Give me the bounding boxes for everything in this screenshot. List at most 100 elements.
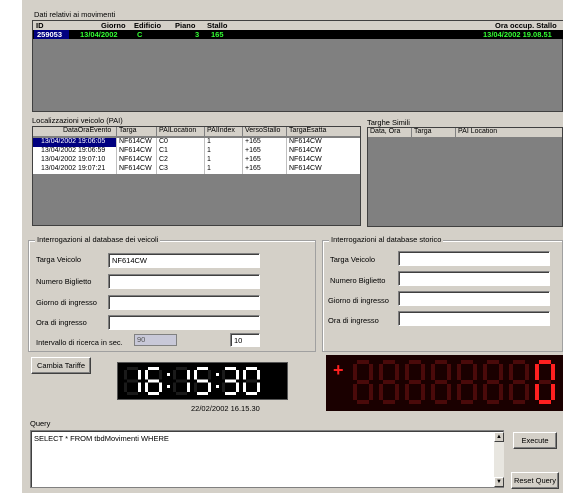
localization-cell: NF614CW: [287, 165, 360, 174]
counter-digit-segment: [431, 384, 435, 400]
localization-row[interactable]: 13/04/2002 19:07:21 NF614CW C3 1 +165 NF614CW: [33, 165, 360, 174]
counter-digit-segment: [431, 364, 435, 380]
clock-digit-segment: [197, 367, 208, 370]
clock-digit-segment: [187, 370, 190, 380]
counter-digit-segment: [395, 364, 399, 380]
vehicle-biglietto-label: Numero Biglietto: [36, 277, 92, 286]
query-textarea[interactable]: SELECT * FROM tbdMovimenti WHERE ▲ ▼: [30, 430, 504, 488]
vehicle-targa-input[interactable]: NF614CW: [108, 253, 260, 268]
counter-digit-segment: [539, 360, 551, 364]
similar-title: Targhe Simili: [367, 118, 410, 127]
loc-col-versostallo[interactable]: VersoStallo: [243, 127, 287, 137]
localization-cell: +165: [243, 147, 287, 156]
history-ora-input[interactable]: [398, 311, 550, 326]
movement-ora: 13/04/2002 19.08.51: [483, 30, 552, 39]
intervallo-input[interactable]: 10: [230, 333, 260, 347]
counter-digit-segment: [405, 364, 409, 380]
localizations-grid: DataOraEvento Targa PAILocation PAIIndex…: [32, 126, 361, 226]
similar-col-targa[interactable]: Targa: [412, 128, 456, 138]
counter-digit-segment: [357, 360, 369, 364]
localization-row[interactable]: 13/04/2002 19:06:05 NF614CW C0 1 +165 NF614CW: [33, 138, 360, 147]
clock-colon: [167, 385, 170, 388]
localization-row[interactable]: 13/04/2002 19:07:10 NF614CW C2 1 +165 NF614CW: [33, 156, 360, 165]
counter-digit-segment: [395, 384, 399, 400]
counter-digit-segment: [461, 360, 473, 364]
col-ora-occup: Ora occup. Stallo: [495, 21, 557, 30]
vehicle-ora-label: Ora di ingresso: [36, 318, 87, 327]
intervallo-label: Intervallo di ricerca in sec.: [36, 338, 123, 347]
localization-cell: NF614CW: [117, 165, 157, 174]
clock-digit-segment: [246, 392, 257, 395]
counter-digit-segment: [369, 384, 373, 400]
counter-digit-segment: [379, 364, 383, 380]
history-biglietto-input[interactable]: [398, 271, 550, 286]
counter-display: +: [326, 355, 563, 411]
scroll-up-icon[interactable]: ▲: [494, 432, 504, 442]
counter-digit-segment: [435, 400, 447, 404]
counter-digit-segment: [551, 364, 555, 380]
loc-col-targa[interactable]: Targa: [117, 127, 157, 137]
vehicle-ora-input[interactable]: [108, 315, 260, 330]
clock-digit-segment: [124, 370, 127, 380]
localization-cell: NF614CW: [117, 147, 157, 156]
clock-digit-segment: [124, 382, 127, 392]
clock-colon: [216, 373, 219, 376]
history-targa-input[interactable]: [398, 251, 550, 266]
clock-digit-segment: [148, 367, 159, 370]
vehicle-giorno-input[interactable]: [108, 295, 260, 310]
loc-col-pailocation[interactable]: PAILocation: [157, 127, 205, 137]
clock-digit-segment: [246, 379, 257, 383]
clock-digit-segment: [159, 382, 162, 392]
similar-grid: Data, Ora Targa PAI Location: [367, 127, 563, 227]
clock-digit-segment: [187, 382, 190, 392]
localization-cell: NF614CW: [287, 156, 360, 165]
movements-panel: Dati relativi ai movimenti ID Giorno Edi…: [28, 6, 563, 112]
counter-digit-segment: [487, 380, 499, 384]
vehicle-biglietto-input[interactable]: [108, 274, 260, 289]
clock-colon: [216, 385, 219, 388]
similar-col-pailocation[interactable]: PAI Location: [456, 128, 562, 138]
counter-digit-segment: [447, 364, 451, 380]
counter-digit-segment: [383, 400, 395, 404]
history-giorno-label: Giorno di ingresso: [328, 296, 389, 305]
localization-cell: 1: [205, 147, 243, 156]
clock-digit-segment: [236, 370, 239, 380]
movements-header: ID Giorno Edificio Piano Stallo Ora occu…: [33, 21, 563, 30]
history-giorno-input[interactable]: [398, 291, 550, 306]
counter-digit-segment: [539, 400, 551, 404]
execute-button[interactable]: Execute: [513, 432, 557, 449]
clock-digit-segment: [138, 382, 141, 392]
scroll-down-icon[interactable]: ▼: [494, 477, 504, 487]
counter-digit-segment: [473, 384, 477, 400]
history-ora-label: Ora di ingresso: [328, 316, 379, 325]
clock-digit-segment: [127, 367, 138, 370]
movement-id: 259053: [34, 30, 69, 39]
counter-digit-segment: [379, 384, 383, 400]
movements-row[interactable]: 259053 13/04/2002 C 3 165 13/04/2002 19.…: [33, 30, 563, 39]
clock-digit-segment: [176, 392, 187, 395]
query-label: Query: [30, 419, 51, 428]
counter-sign: +: [333, 360, 344, 380]
counter-digit-segment: [457, 364, 461, 380]
col-stallo: Stallo: [207, 21, 228, 30]
loc-col-targaesatta[interactable]: TargaEsatta: [287, 127, 360, 137]
counter-digit-segment: [435, 360, 447, 364]
clock-display: [117, 362, 288, 400]
similar-col-dataora[interactable]: Data, Ora: [368, 128, 412, 138]
loc-col-dataora[interactable]: DataOraEvento: [33, 127, 117, 137]
counter-digit-segment: [483, 384, 487, 400]
loc-col-paiindex[interactable]: PAIIndex: [205, 127, 243, 137]
reset-query-button[interactable]: Reset Query: [511, 472, 559, 489]
cambia-tariffe-button[interactable]: Cambia Tariffe: [31, 357, 91, 374]
counter-digit-segment: [447, 384, 451, 400]
counter-digit-segment: [525, 384, 529, 400]
query-scrollbar[interactable]: ▲ ▼: [494, 432, 504, 487]
movement-giorno: 13/04/2002: [80, 30, 118, 39]
localizations-title: Localizzazioni veicolo (PAI): [32, 116, 123, 125]
localization-row[interactable]: 13/04/2002 19:06:59 NF614CW C1 1 +165 NF614CW: [33, 147, 360, 156]
counter-digit-segment: [499, 384, 503, 400]
clock-digit-segment: [197, 392, 208, 395]
localization-cell: C3: [157, 165, 205, 174]
col-edificio: Edificio: [134, 21, 162, 30]
col-piano: Piano: [175, 21, 196, 30]
